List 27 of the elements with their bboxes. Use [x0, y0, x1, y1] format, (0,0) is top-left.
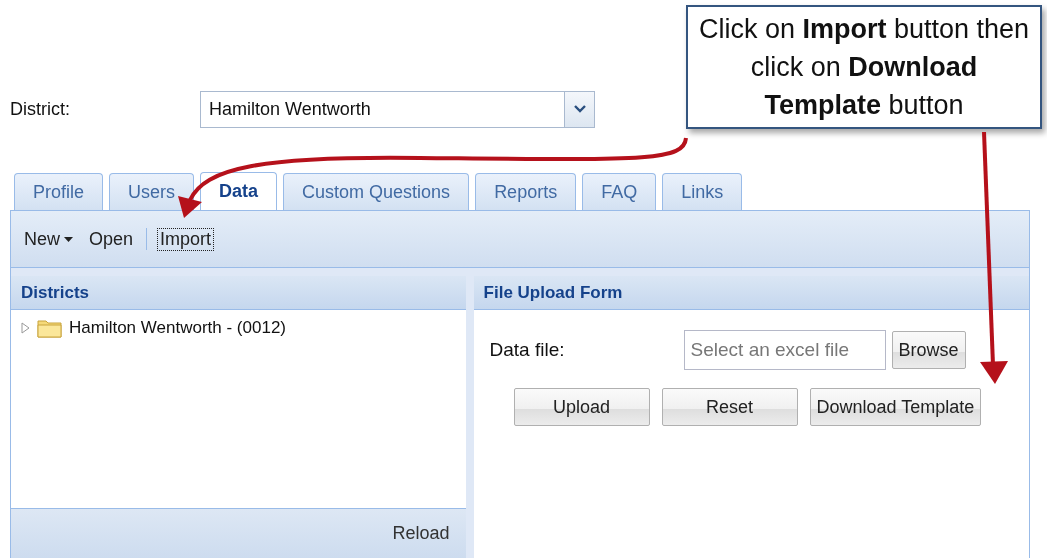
form-button[interactable]: Upload — [513, 388, 650, 426]
tab[interactable]: Profile — [14, 173, 104, 210]
tab[interactable]: FAQ — [582, 173, 657, 210]
tab[interactable]: Reports — [475, 173, 577, 210]
folder-icon — [37, 318, 63, 338]
toolbar-button[interactable]: Import — [157, 227, 215, 251]
browse-button[interactable]: Browse — [891, 331, 966, 369]
chevron-down-icon — [573, 105, 586, 113]
panel-title: Districts — [11, 276, 466, 310]
new-menu-button[interactable]: New — [21, 227, 76, 251]
field-label: Data file: — [489, 339, 566, 361]
callout: Click on Import button then click on Download Template button — [686, 5, 1042, 129]
tab[interactable]: Links — [662, 173, 743, 210]
district-combo[interactable]: Hamilton Wentworth — [200, 90, 595, 128]
file-input-field[interactable]: Select an excel file — [683, 330, 886, 370]
form-button[interactable]: Reset — [661, 388, 798, 426]
expand-arrow-icon[interactable] — [21, 322, 31, 334]
panel-title: File Upload Form — [473, 276, 1029, 310]
district-label: District: — [10, 98, 71, 120]
caret-icon — [64, 236, 73, 242]
tab[interactable]: Users — [109, 173, 195, 210]
form-button[interactable]: Download Template — [809, 388, 982, 426]
tree-item[interactable]: Hamilton Wentworth - (0012) — [69, 318, 286, 338]
reload-button[interactable]: Reload — [386, 522, 456, 545]
tab[interactable]: Data — [200, 172, 278, 210]
toolbar-button[interactable]: Open — [86, 227, 137, 251]
tab[interactable]: Custom Questions — [283, 173, 470, 210]
